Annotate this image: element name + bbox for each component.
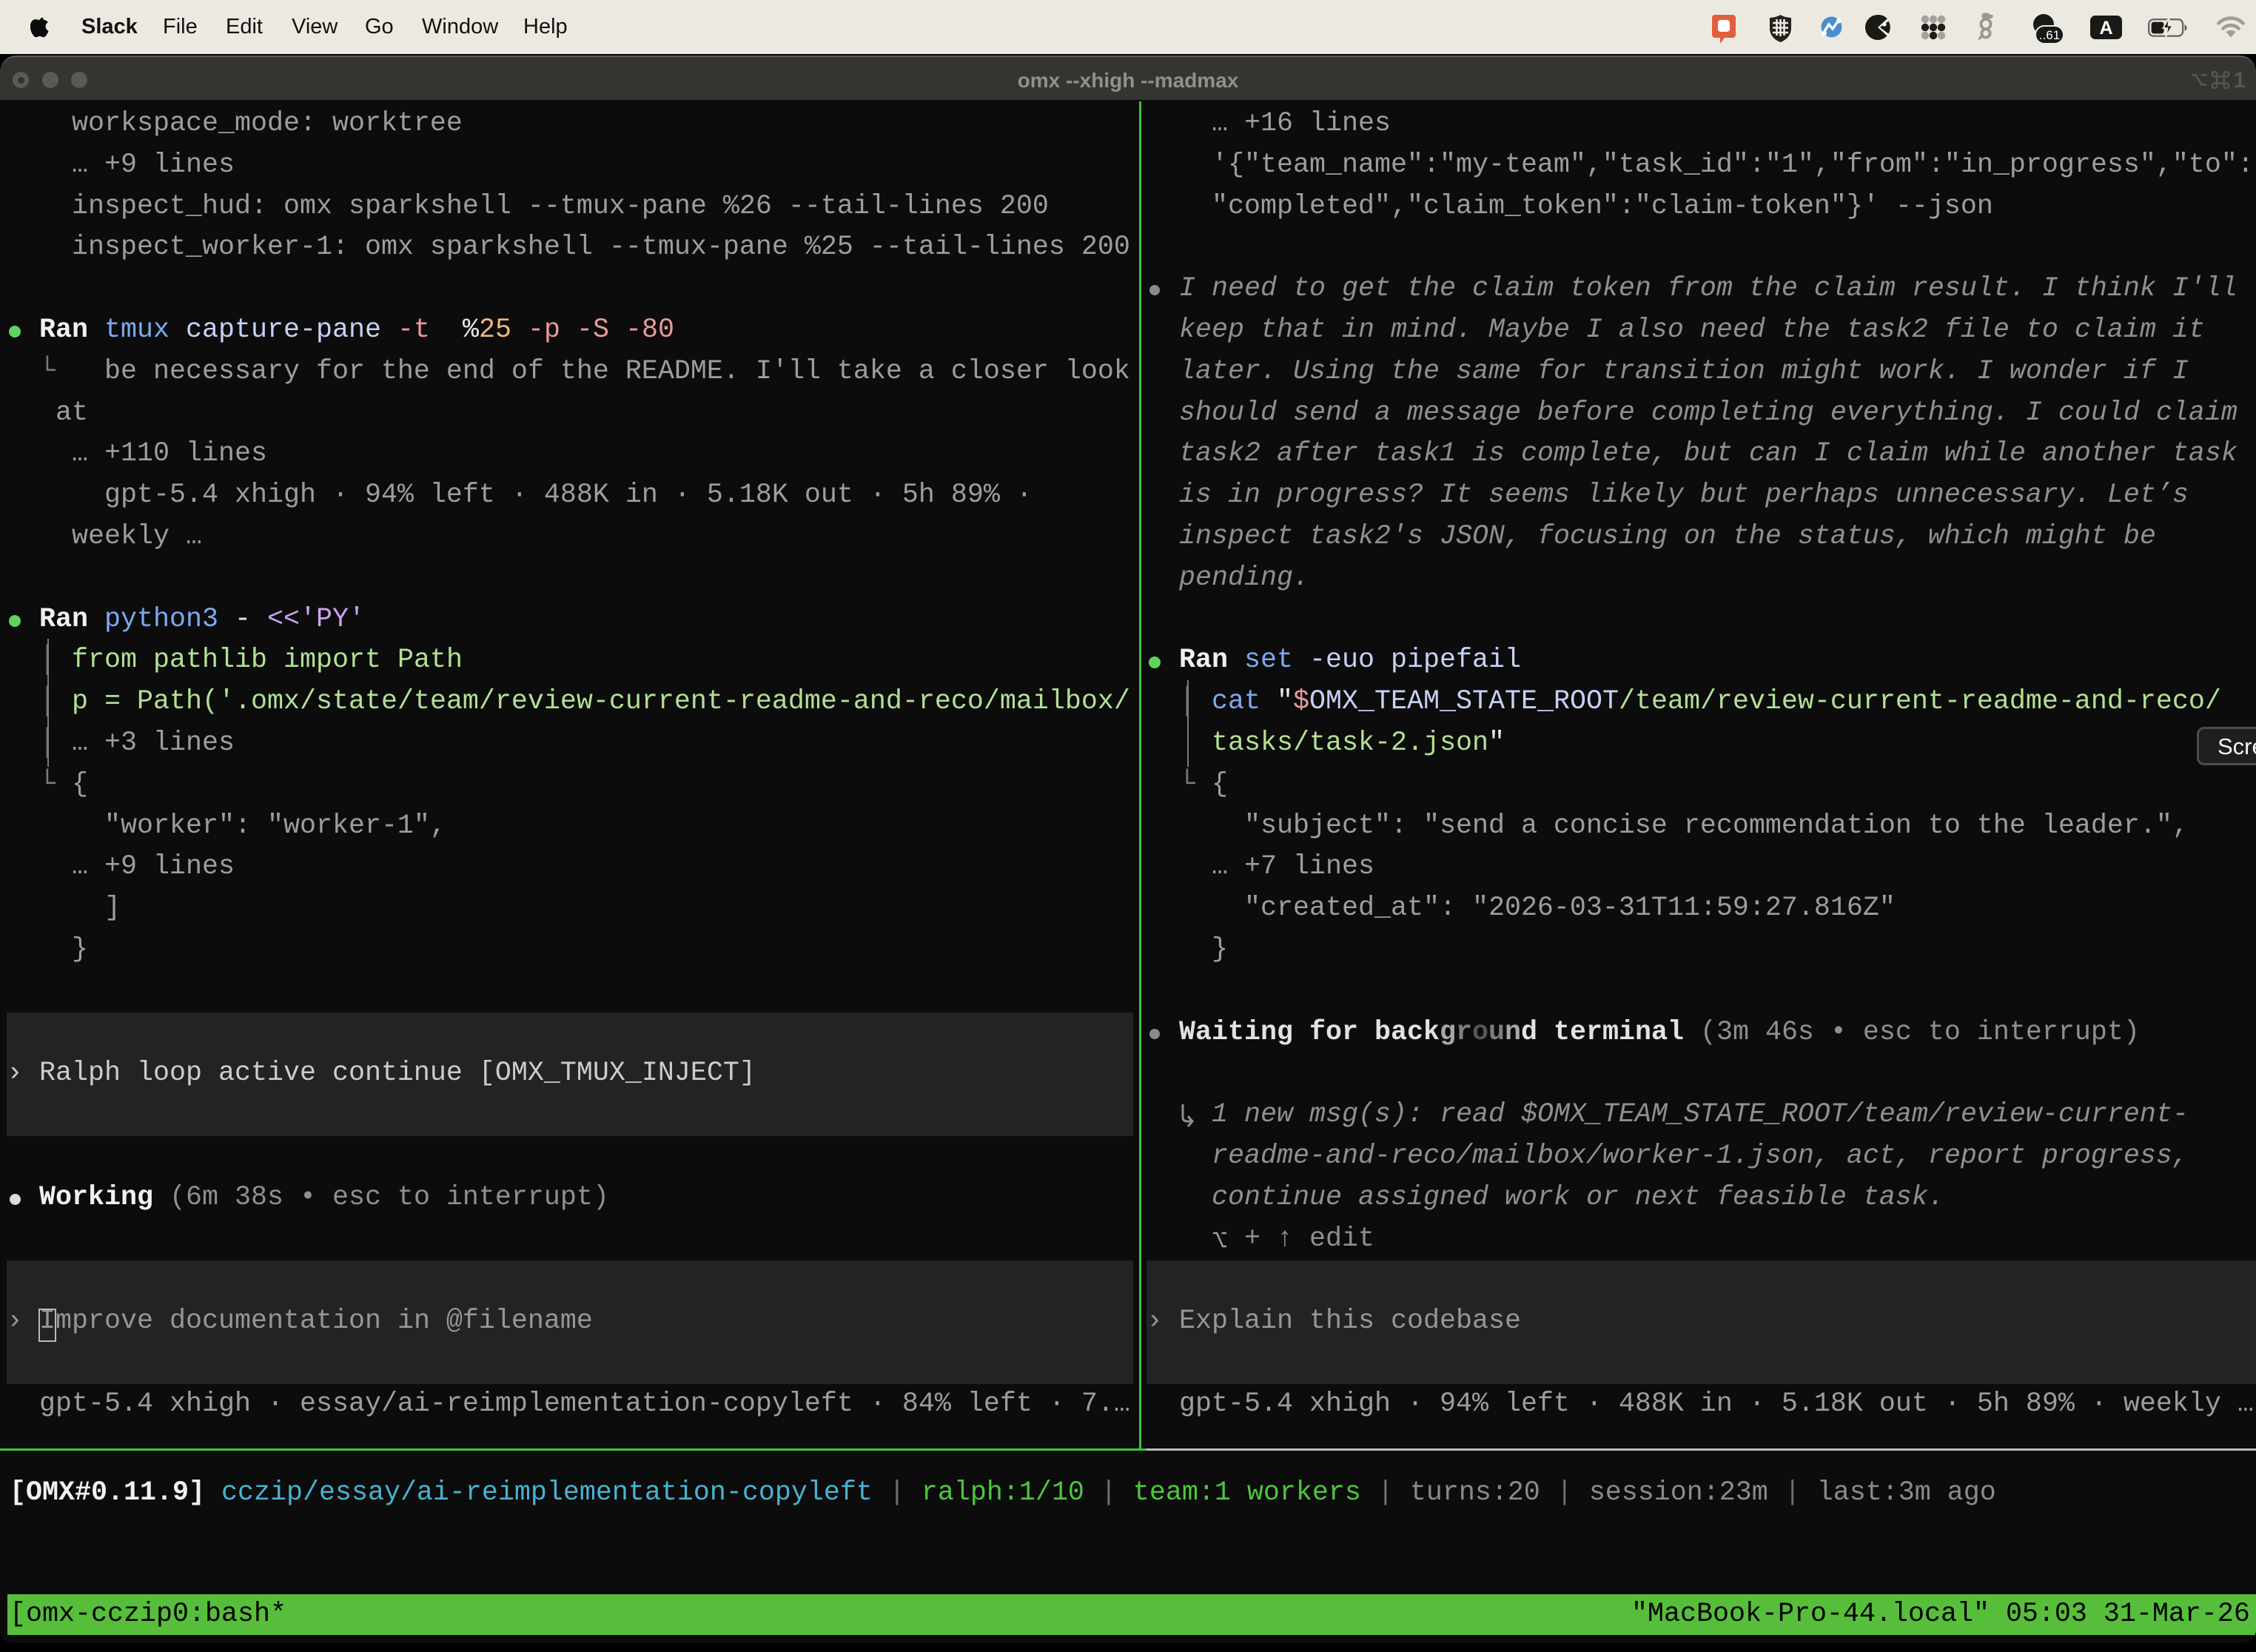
- svg-text:A: A: [2099, 18, 2112, 38]
- svg-text:..61: ..61: [2039, 28, 2060, 42]
